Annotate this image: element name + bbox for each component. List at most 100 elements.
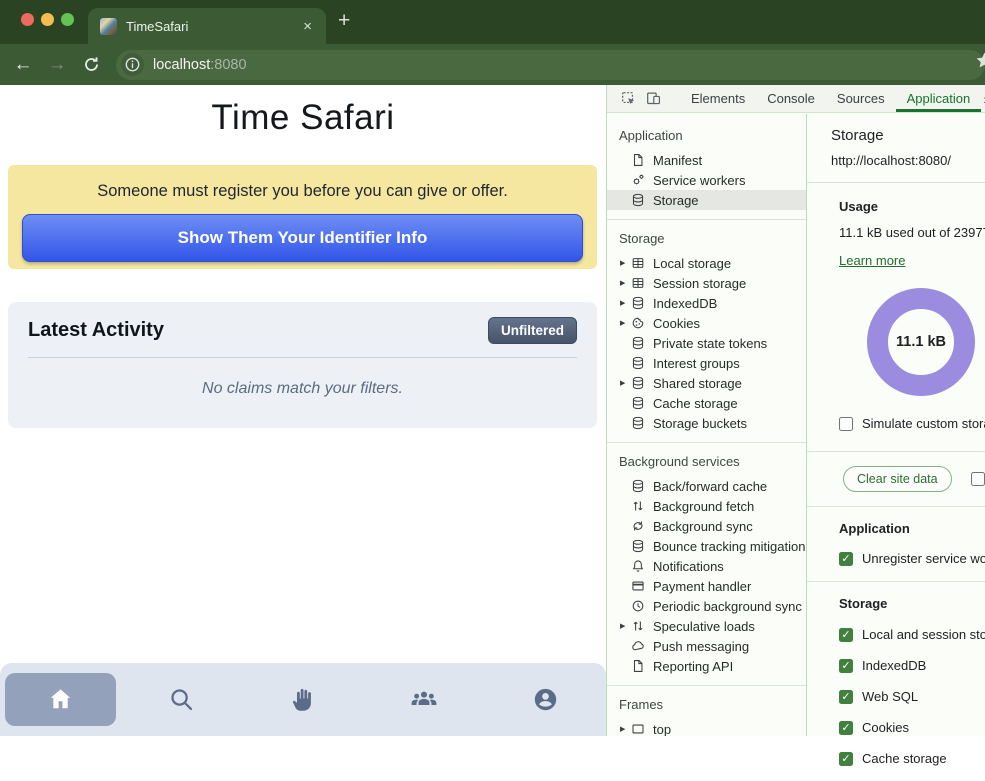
devtools-tab-application[interactable]: Application (896, 85, 982, 112)
tree-item-reporting-api[interactable]: Reporting API (607, 656, 806, 676)
tree-item-speculative-loads[interactable]: ▶ Speculative loads (607, 616, 806, 636)
show-identifier-info-button[interactable]: Show Them Your Identifier Info (22, 214, 583, 262)
tree-item-shared-storage[interactable]: ▶Shared storage (607, 373, 806, 393)
reload-button[interactable] (74, 55, 108, 74)
tree-item-private-state-tokens[interactable]: Private state tokens (607, 333, 806, 353)
tree-item-session-storage[interactable]: ▶Session storage (607, 273, 806, 293)
expand-arrow-icon[interactable]: ▶ (620, 319, 631, 327)
checkbox[interactable]: ✓ (839, 690, 853, 704)
tree-item-service-workers[interactable]: Service workers (607, 170, 806, 190)
device-toolbar-icon[interactable] (641, 91, 666, 106)
cookie-icon (631, 316, 646, 331)
check-row-unregister-service-workers[interactable]: ✓ Unregister service workers (839, 551, 985, 566)
expand-arrow-icon[interactable]: ▶ (620, 725, 631, 733)
tree-item-label: Push messaging (653, 639, 749, 654)
checkbox-label: Unregister service workers (862, 551, 985, 566)
latest-activity-title: Latest Activity (28, 319, 164, 342)
devtools-tab-sources[interactable]: Sources (826, 85, 896, 112)
cloud-icon (631, 639, 646, 654)
tree-item-indexeddb[interactable]: ▶IndexedDB (607, 293, 806, 313)
tree-item-label: Background sync (653, 519, 753, 534)
tree-item-label: Periodic background sync (653, 599, 802, 614)
tree-item-background-sync[interactable]: Background sync (607, 516, 806, 536)
devtools-tab-console[interactable]: Console (756, 85, 826, 112)
tree-item-label: Speculative loads (653, 619, 755, 634)
checkbox[interactable]: ✓ (839, 752, 853, 766)
tree-item-payment-handler[interactable]: Payment handler (607, 576, 806, 596)
tab-close-icon[interactable]: × (299, 17, 316, 36)
nav-people-button[interactable] (364, 663, 485, 736)
expand-arrow-icon[interactable]: ▶ (620, 279, 631, 287)
minimize-window-button[interactable] (41, 13, 54, 26)
tree-item-back-forward-cache[interactable]: Back/forward cache (607, 476, 806, 496)
check-row-web-sql[interactable]: ✓ Web SQL (839, 689, 985, 704)
tree-item-cookies[interactable]: ▶Cookies (607, 313, 806, 333)
tree-item-notifications[interactable]: Notifications (607, 556, 806, 576)
checkbox[interactable]: ✓ (839, 552, 853, 566)
tree-item-interest-groups[interactable]: Interest groups (607, 353, 806, 373)
expand-arrow-icon[interactable]: ▶ (620, 299, 631, 307)
simulate-quota-checkbox[interactable] (839, 417, 853, 431)
tree-item-label: Local storage (653, 256, 731, 271)
nav-home-button[interactable] (0, 663, 121, 736)
tree-item-label: Storage buckets (653, 416, 747, 431)
check-row-indexeddb[interactable]: ✓IndexedDB (839, 658, 985, 673)
clear-site-data-button[interactable]: Clear site data (843, 466, 952, 492)
checkbox[interactable]: ✓ (839, 628, 853, 642)
checkbox[interactable]: ✓ (839, 659, 853, 673)
maximize-window-button[interactable] (61, 13, 74, 26)
inspect-element-icon[interactable] (616, 91, 641, 106)
table-icon (631, 256, 646, 271)
arrows-up-down-icon (631, 619, 646, 634)
check-row-cookies[interactable]: ✓Cookies (839, 720, 985, 735)
back-button[interactable]: ← (6, 55, 40, 74)
payment-card-icon (631, 579, 646, 594)
nav-hand-button[interactable] (242, 663, 363, 736)
tree-section-application: ApplicationManifestService workersStorag… (607, 122, 806, 220)
tree-item-manifest[interactable]: Manifest (607, 150, 806, 170)
including-cookies-row[interactable]: including third-party cookies (971, 472, 985, 487)
nav-search-button[interactable] (121, 663, 242, 736)
new-tab-button[interactable]: + (338, 10, 350, 31)
bookmark-star-icon[interactable] (974, 50, 985, 76)
tree-item-label: Private state tokens (653, 336, 767, 351)
check-row-cache-storage[interactable]: ✓Cache storage (839, 751, 985, 766)
web-page: Time Safari Someone must register you be… (0, 85, 606, 736)
tree-section-title: Application (607, 122, 806, 150)
latest-activity-card: Latest Activity Unfiltered No claims mat… (8, 302, 597, 428)
simulate-quota-row[interactable]: Simulate custom storage quota (839, 416, 985, 431)
checkbox-label: Web SQL (862, 689, 918, 704)
tree-item-label: Bounce tracking mitigations (653, 539, 807, 554)
expand-arrow-icon[interactable]: ▶ (620, 259, 631, 267)
tree-item-cache-storage[interactable]: Cache storage (607, 393, 806, 413)
database-icon (631, 396, 646, 411)
tree-item-storage[interactable]: Storage (607, 190, 806, 210)
close-window-button[interactable] (21, 13, 34, 26)
tree-section-title: Storage (607, 225, 806, 253)
expand-arrow-icon[interactable]: ▶ (620, 622, 631, 630)
unfiltered-button[interactable]: Unfiltered (488, 317, 577, 344)
site-favicon (100, 18, 117, 35)
address-bar[interactable]: localhost:8080 (116, 50, 985, 80)
url-port: :8080 (210, 57, 246, 73)
checkbox[interactable]: ✓ (839, 721, 853, 735)
database-icon (631, 539, 646, 554)
tree-item-local-storage[interactable]: ▶ Local storage (607, 253, 806, 273)
tree-item-bounce-tracking-mitigations[interactable]: Bounce tracking mitigations (607, 536, 806, 556)
browser-tab[interactable]: TimeSafari × (88, 8, 326, 44)
tree-item-push-messaging[interactable]: Push messaging (607, 636, 806, 656)
tree-section-background-services: Background servicesBack/forward cacheBac… (607, 448, 806, 686)
devtools-tab-elements[interactable]: Elements (680, 85, 756, 112)
tree-item-label: Interest groups (653, 356, 740, 371)
including-cookies-checkbox[interactable] (971, 472, 985, 486)
learn-more-link[interactable]: Learn more (839, 253, 905, 268)
tree-item-storage-buckets[interactable]: Storage buckets (607, 413, 806, 433)
expand-arrow-icon[interactable]: ▶ (620, 379, 631, 387)
site-info-icon[interactable] (121, 53, 144, 76)
nav-person-button[interactable] (485, 663, 606, 736)
check-row-local-and-session-storage[interactable]: ✓Local and session storage (839, 627, 985, 642)
tree-item-background-fetch[interactable]: Background fetch (607, 496, 806, 516)
database-icon (631, 416, 646, 431)
tree-item-periodic-background-sync[interactable]: Periodic background sync (607, 596, 806, 616)
tree-item-top[interactable]: ▶top (607, 719, 806, 736)
